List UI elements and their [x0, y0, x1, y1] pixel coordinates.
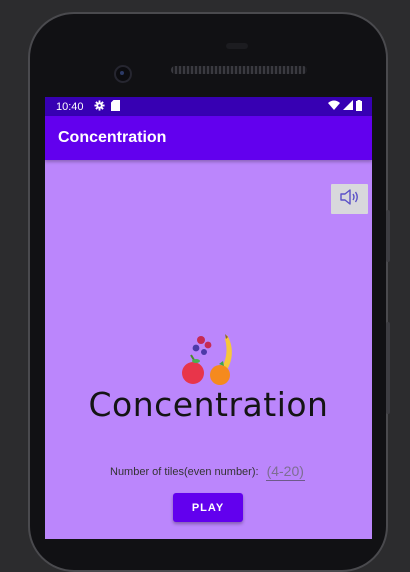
- sound-toggle-button[interactable]: [331, 184, 368, 214]
- game-title: Concentration: [88, 385, 329, 424]
- tiles-input-row: Number of tiles(even number):: [110, 463, 305, 481]
- tiles-label: Number of tiles(even number):: [110, 466, 259, 478]
- power-button: [386, 210, 390, 262]
- settings-icon: [93, 99, 105, 114]
- speaker-volume-icon: [339, 188, 361, 211]
- battery-icon: [356, 99, 362, 114]
- top-slit: [226, 43, 248, 49]
- app-bar: Concentration: [45, 116, 372, 160]
- volume-button: [386, 322, 390, 414]
- status-icons: [328, 99, 362, 114]
- status-bar: 10:40: [45, 97, 372, 116]
- front-camera: [114, 65, 132, 83]
- fruits-logo-icon: [179, 333, 237, 387]
- signal-icon: [343, 100, 353, 113]
- sd-card-icon: [110, 99, 120, 114]
- app-bar-title: Concentration: [58, 129, 167, 146]
- status-time: 10:40: [56, 100, 84, 113]
- app-screen: 10:40 Concentration Concentration Number…: [45, 97, 372, 539]
- tiles-count-input[interactable]: [265, 463, 305, 481]
- wifi-icon: [328, 100, 340, 113]
- play-button[interactable]: PLAY: [173, 493, 243, 522]
- earpiece-speaker: [171, 66, 307, 74]
